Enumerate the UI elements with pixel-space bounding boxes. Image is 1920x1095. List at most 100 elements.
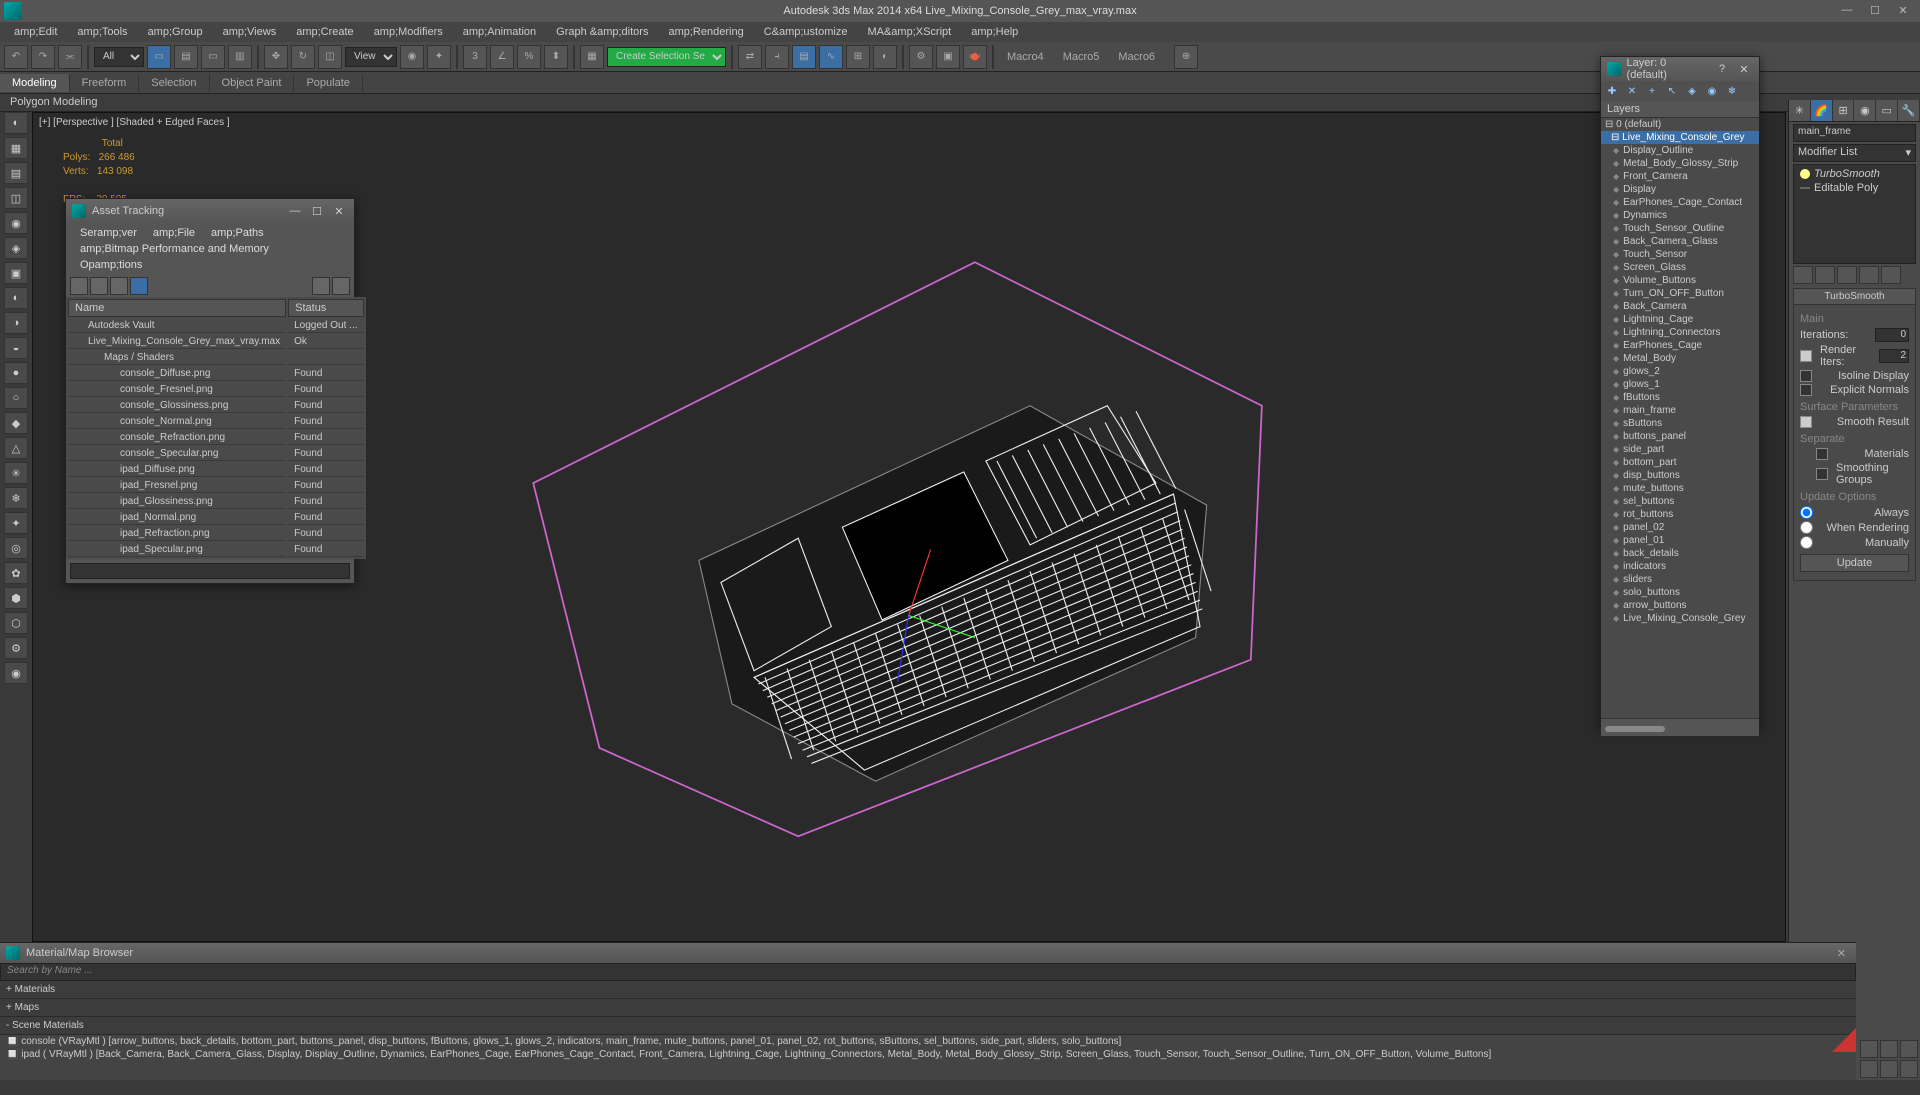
left-tool-button[interactable]: ○	[4, 387, 28, 409]
layer-item[interactable]: ◆EarPhones_Cage_Contact	[1601, 196, 1759, 209]
layer-item[interactable]: ◆glows_1	[1601, 378, 1759, 391]
layer-manager-button[interactable]: ▤	[792, 45, 816, 69]
asset-col-status[interactable]: Status	[288, 299, 363, 317]
show-end-button[interactable]	[1815, 266, 1835, 284]
layer-item[interactable]: ◆buttons_panel	[1601, 430, 1759, 443]
render-frame-button[interactable]: ▣	[936, 45, 960, 69]
layer-help-button[interactable]: ?	[1713, 63, 1731, 76]
left-tool-button[interactable]: ◒	[4, 337, 28, 359]
macro-extra-button[interactable]: ⊕	[1174, 45, 1198, 69]
maps-group[interactable]: + Maps	[0, 999, 1856, 1017]
edit-named-sel-button[interactable]: ▦	[580, 45, 604, 69]
asset-panel-title[interactable]: Asset Tracking — ☐ ✕	[66, 199, 354, 223]
layer-item[interactable]: ◆Volume_Buttons	[1601, 274, 1759, 287]
left-tool-button[interactable]: ✦	[4, 512, 28, 534]
left-tool-button[interactable]: ●	[4, 362, 28, 384]
menu-item[interactable]: amp;Views	[213, 24, 287, 40]
asset-minimize-button[interactable]: —	[286, 205, 304, 218]
menu-item[interactable]: MA&amp;XScript	[857, 24, 961, 40]
snap-toggle-button[interactable]: 3	[463, 45, 487, 69]
left-tool-button[interactable]: ◫	[4, 187, 28, 209]
asset-row[interactable]: console_Refraction.pngFound	[68, 431, 364, 445]
modifier-list-select[interactable]: Modifier List▾	[1793, 144, 1916, 162]
resize-grip-icon[interactable]	[1832, 1028, 1856, 1052]
materials-group[interactable]: + Materials	[0, 981, 1856, 999]
render-iters-spinner[interactable]: 2	[1879, 349, 1909, 363]
asset-row[interactable]: ipad_Fresnel.pngFound	[68, 479, 364, 493]
left-tool-button[interactable]: ◐	[4, 112, 28, 134]
orbit-button[interactable]	[1900, 1040, 1918, 1058]
left-tool-button[interactable]: △	[4, 437, 28, 459]
asset-tool-5[interactable]	[312, 277, 330, 295]
undo-button[interactable]: ↶	[4, 45, 28, 69]
asset-row[interactable]: ipad_Specular.pngFound	[68, 543, 364, 557]
layer-item[interactable]: ◆Front_Camera	[1601, 170, 1759, 183]
asset-row[interactable]: ipad_Refraction.pngFound	[68, 527, 364, 541]
asset-menu-item[interactable]: Seramp;ver	[72, 225, 145, 241]
layer-item[interactable]: ◆Turn_ON_OFF_Button	[1601, 287, 1759, 300]
material-browser-close[interactable]: ✕	[1833, 947, 1850, 960]
curve-editor-button[interactable]: ∿	[819, 45, 843, 69]
fov-button[interactable]	[1880, 1060, 1898, 1078]
create-tab[interactable]: ✳	[1789, 100, 1811, 121]
layer-item[interactable]: ◆EarPhones_Cage	[1601, 339, 1759, 352]
explicit-check[interactable]	[1800, 384, 1816, 396]
schematic-button[interactable]: ⊞	[846, 45, 870, 69]
named-selection-select[interactable]: Create Selection Se	[607, 47, 726, 67]
asset-close-button[interactable]: ✕	[330, 205, 348, 218]
asset-row[interactable]: console_Normal.pngFound	[68, 415, 364, 429]
minimize-button[interactable]: —	[1834, 0, 1860, 20]
layer-item[interactable]: ◆fButtons	[1601, 391, 1759, 404]
iterations-spinner[interactable]: 0	[1875, 328, 1909, 342]
asset-tool-2[interactable]	[90, 277, 108, 295]
remove-mod-button[interactable]	[1859, 266, 1879, 284]
layer-item[interactable]: ◆main_frame	[1601, 404, 1759, 417]
layer-item[interactable]: ◆indicators	[1601, 560, 1759, 573]
render-iters-check[interactable]	[1800, 350, 1816, 362]
asset-menu-item[interactable]: amp;Bitmap Performance and Memory	[72, 241, 277, 257]
display-tab[interactable]: ▭	[1876, 100, 1898, 121]
scene-materials-group[interactable]: - Scene Materials	[0, 1017, 1856, 1035]
configure-button[interactable]	[1881, 266, 1901, 284]
layer-hide-button[interactable]: ◉	[1703, 83, 1721, 99]
layer-item[interactable]: ◆arrow_buttons	[1601, 599, 1759, 612]
menu-item[interactable]: Graph &amp;ditors	[546, 24, 658, 40]
percent-snap-button[interactable]: %	[517, 45, 541, 69]
asset-menu-item[interactable]: amp;File	[145, 225, 203, 241]
move-button[interactable]: ✥	[264, 45, 288, 69]
layer-item[interactable]: ◆Back_Camera	[1601, 300, 1759, 313]
layer-item[interactable]: ◆solo_buttons	[1601, 586, 1759, 599]
asset-tool-4[interactable]	[130, 277, 148, 295]
menu-item[interactable]: amp;Rendering	[658, 24, 753, 40]
asset-refresh-button[interactable]	[70, 277, 88, 295]
update-button[interactable]: Update	[1800, 554, 1909, 572]
asset-row[interactable]: console_Specular.pngFound	[68, 447, 364, 461]
left-tool-button[interactable]: ◑	[4, 312, 28, 334]
asset-row[interactable]: ipad_Glossiness.pngFound	[68, 495, 364, 509]
macro-5[interactable]: Macro5	[1055, 47, 1108, 67]
layer-item[interactable]: ◆sButtons	[1601, 417, 1759, 430]
asset-row[interactable]: Maps / Shaders	[68, 351, 364, 365]
layer-close-button[interactable]: ✕	[1735, 63, 1753, 76]
angle-snap-button[interactable]: ∠	[490, 45, 514, 69]
modifier-stack[interactable]: TurboSmooth Editable Poly	[1793, 164, 1916, 264]
update-always-radio[interactable]	[1800, 506, 1813, 519]
ribbon-tab[interactable]: Populate	[294, 74, 362, 92]
layer-item[interactable]: ◆sliders	[1601, 573, 1759, 586]
layer-item[interactable]: ◆Metal_Body_Glossy_Strip	[1601, 157, 1759, 170]
rotate-button[interactable]: ↻	[291, 45, 315, 69]
hierarchy-tab[interactable]: ⊞	[1833, 100, 1855, 121]
asset-menu-item[interactable]: Opamp;tions	[72, 257, 150, 273]
material-item[interactable]: 🔲 ipad ( VRayMtl ) [Back_Camera, Back_Ca…	[0, 1048, 1856, 1061]
update-manual-radio[interactable]	[1800, 536, 1813, 549]
layer-select-button[interactable]: ↖	[1663, 83, 1681, 99]
left-tool-button[interactable]: ▦	[4, 137, 28, 159]
refcoord-select[interactable]: View	[345, 47, 397, 67]
mirror-button[interactable]: ⇄	[738, 45, 762, 69]
layer-item[interactable]: ◆Display	[1601, 183, 1759, 196]
layer-list[interactable]: ⊟ 0 (default)⊟ Live_Mixing_Console_Grey◆…	[1601, 118, 1759, 718]
layer-item[interactable]: ◆back_details	[1601, 547, 1759, 560]
asset-row[interactable]: ipad_Normal.pngFound	[68, 511, 364, 525]
layer-item[interactable]: ◆glows_2	[1601, 365, 1759, 378]
macro-6[interactable]: Macro6	[1110, 47, 1163, 67]
